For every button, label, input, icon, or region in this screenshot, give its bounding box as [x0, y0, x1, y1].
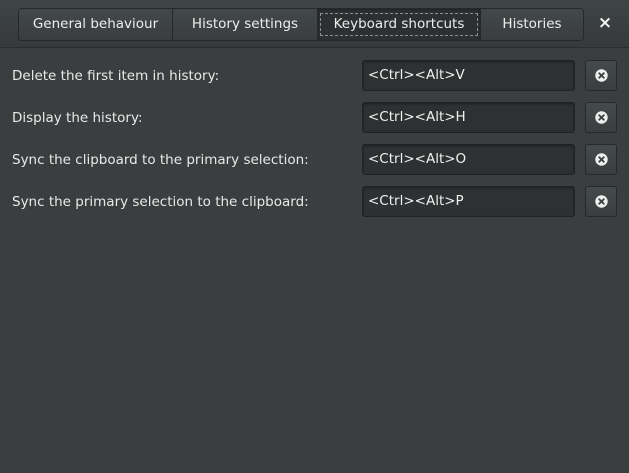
clear-shortcut-button[interactable] [585, 60, 617, 91]
shortcut-field-display-history[interactable]: <Ctrl><Alt>H [362, 102, 575, 133]
clear-shortcut-button[interactable] [585, 102, 617, 133]
close-button[interactable]: × [594, 12, 616, 34]
tab-label: General behaviour [32, 16, 159, 32]
clear-circle-x-icon [595, 195, 608, 208]
tab-switcher: General behaviour History settings Keybo… [18, 8, 584, 41]
tab-label: Keyboard shortcuts [320, 13, 478, 36]
clear-shortcut-button[interactable] [585, 144, 617, 175]
shortcut-row-sync-clipboard-to-primary: Sync the clipboard to the primary select… [0, 144, 629, 176]
clear-circle-x-icon [595, 69, 608, 82]
shortcut-field-delete-first[interactable]: <Ctrl><Alt>V [362, 60, 575, 91]
shortcut-label: Display the history: [12, 110, 143, 126]
tab-history-settings[interactable]: History settings [173, 9, 318, 40]
tab-label: Histories [502, 16, 562, 32]
close-icon: × [597, 13, 613, 33]
shortcut-label: Sync the clipboard to the primary select… [12, 152, 309, 168]
clear-circle-x-icon [595, 111, 608, 124]
tab-general-behaviour[interactable]: General behaviour [19, 9, 173, 40]
shortcut-label: Sync the primary selection to the clipbo… [12, 194, 309, 210]
shortcut-row-delete-first: Delete the first item in history: <Ctrl>… [0, 60, 629, 92]
clear-circle-x-icon [595, 153, 608, 166]
shortcut-row-display-history: Display the history: <Ctrl><Alt>H [0, 102, 629, 134]
shortcut-field-sync-primary-to-clipboard[interactable]: <Ctrl><Alt>P [362, 186, 575, 217]
preferences-window: General behaviour History settings Keybo… [0, 0, 629, 473]
shortcut-row-sync-primary-to-clipboard: Sync the primary selection to the clipbo… [0, 186, 629, 218]
shortcut-field-sync-clipboard-to-primary[interactable]: <Ctrl><Alt>O [362, 144, 575, 175]
shortcut-label: Delete the first item in history: [12, 68, 220, 84]
tab-histories[interactable]: Histories [481, 9, 583, 40]
header-bar: General behaviour History settings Keybo… [0, 0, 629, 48]
tab-label: History settings [191, 16, 299, 32]
clear-shortcut-button[interactable] [585, 186, 617, 217]
tab-keyboard-shortcuts[interactable]: Keyboard shortcuts [318, 9, 481, 40]
